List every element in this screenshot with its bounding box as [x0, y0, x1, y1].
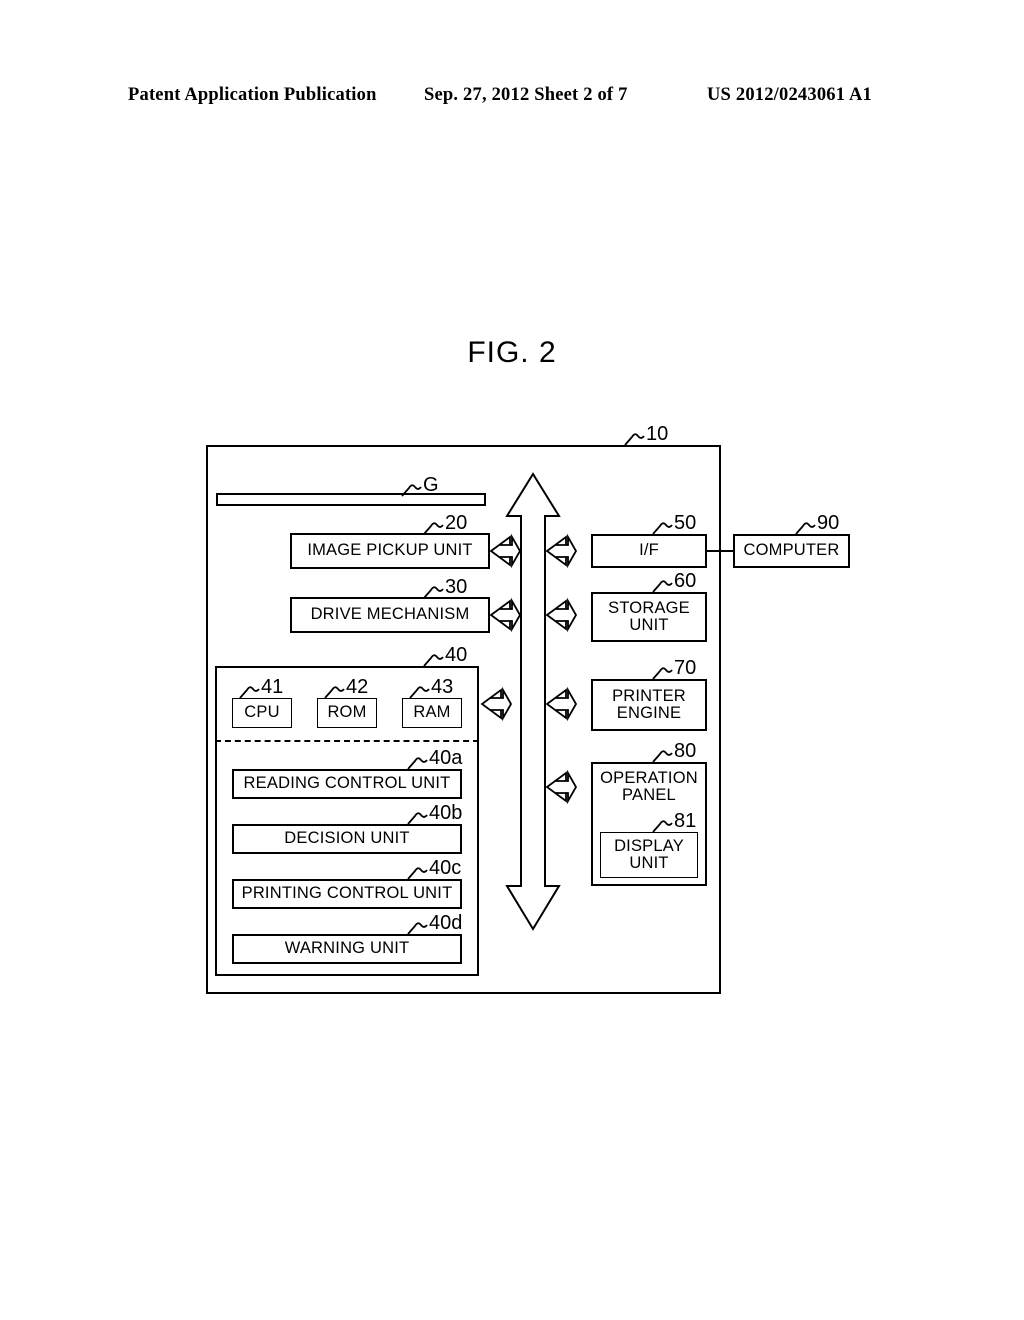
block-label: IMAGE PICKUP UNIT: [307, 541, 473, 560]
block-label: DRIVE MECHANISM: [310, 605, 470, 624]
ref-label-20: 20: [445, 512, 468, 534]
block-label: PRINTER ENGINE: [612, 686, 686, 722]
ref-label-40c: 40c: [429, 857, 462, 879]
block-printer-engine[interactable]: PRINTER ENGINE: [591, 679, 707, 731]
ref-label-70: 70: [674, 657, 697, 679]
ref-label-50: 50: [674, 512, 697, 534]
leader-ref-10: [624, 433, 645, 446]
block-decision-unit[interactable]: DECISION UNIT: [232, 824, 462, 854]
control-unit-divider: [215, 740, 479, 742]
block-label: OPERATION PANEL: [600, 769, 698, 805]
block-label: CPU: [244, 703, 280, 722]
ref-label-81: 81: [674, 810, 697, 832]
block-label: READING CONTROL UNIT: [243, 774, 451, 793]
ref-label-80: 80: [674, 740, 697, 762]
ref-label-40a: 40a: [429, 747, 463, 769]
ref-label-G: G: [423, 474, 439, 496]
block-printing-control-unit[interactable]: PRINTING CONTROL UNIT: [232, 879, 462, 909]
leader-ref-90: [795, 522, 816, 535]
block-drive-mechanism[interactable]: DRIVE MECHANISM: [290, 597, 490, 633]
block-label: COMPUTER: [743, 541, 840, 560]
ref-label-42: 42: [346, 676, 369, 698]
figure-2-block-diagram: IMAGE PICKUP UNIT DRIVE MECHANISM CPU RO…: [0, 0, 1024, 1320]
block-interface[interactable]: I/F: [591, 534, 707, 568]
ref-label-43: 43: [431, 676, 454, 698]
ref-label-90: 90: [817, 512, 840, 534]
block-image-pickup-unit[interactable]: IMAGE PICKUP UNIT: [290, 533, 490, 569]
block-label: DISPLAY UNIT: [614, 836, 684, 872]
block-label: DECISION UNIT: [284, 829, 410, 848]
block-label: ROM: [327, 703, 367, 722]
block-label: STORAGE UNIT: [608, 598, 690, 634]
block-rom[interactable]: ROM: [317, 698, 377, 728]
ref-label-60: 60: [674, 570, 697, 592]
ref-label-40b: 40b: [429, 802, 463, 824]
ref-label-10: 10: [646, 423, 669, 445]
block-display-unit[interactable]: DISPLAY UNIT: [600, 832, 698, 878]
block-cpu[interactable]: CPU: [232, 698, 292, 728]
block-warning-unit[interactable]: WARNING UNIT: [232, 934, 462, 964]
block-computer[interactable]: COMPUTER: [733, 534, 850, 568]
block-label: WARNING UNIT: [284, 939, 410, 958]
glass-platen: [216, 493, 486, 506]
ref-label-30: 30: [445, 576, 468, 598]
block-storage-unit[interactable]: STORAGE UNIT: [591, 592, 707, 642]
block-label: PRINTING CONTROL UNIT: [241, 884, 453, 903]
block-reading-control-unit[interactable]: READING CONTROL UNIT: [232, 769, 462, 799]
ref-label-40: 40: [445, 644, 468, 666]
ref-label-41: 41: [261, 676, 284, 698]
block-ram[interactable]: RAM: [402, 698, 462, 728]
block-label: RAM: [413, 703, 451, 722]
block-label: I/F: [639, 541, 659, 560]
ref-label-40d: 40d: [429, 912, 463, 934]
